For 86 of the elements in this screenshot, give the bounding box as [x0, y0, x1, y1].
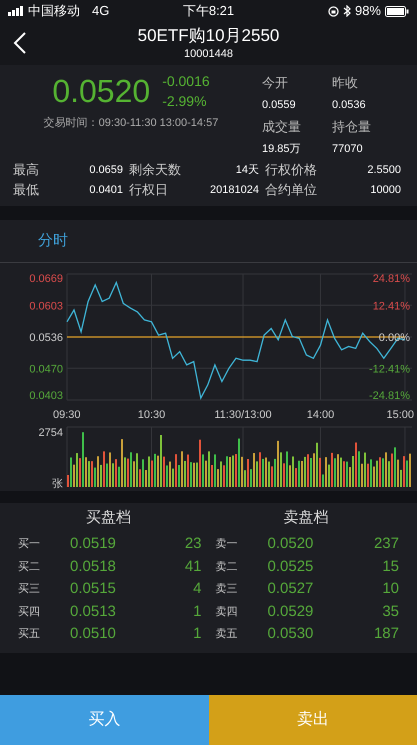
percent-label: 12.41%	[372, 300, 410, 312]
order-quantity: 187	[372, 624, 399, 644]
order-quantity: 1	[192, 624, 202, 644]
rotation-lock-icon	[328, 6, 339, 16]
order-quantity: 35	[381, 602, 399, 622]
x-axis-label: 09:30	[53, 409, 81, 421]
stat-value: 10000	[370, 183, 401, 198]
contract-code: 10001448	[184, 46, 233, 62]
order-price: 0.0518	[70, 556, 117, 576]
order-quantity: 41	[184, 556, 202, 576]
level-label: 买五	[18, 627, 41, 642]
clock-time: 下午8:21	[182, 2, 236, 20]
level-label: 买一	[18, 537, 41, 552]
field-value: 77070	[332, 142, 364, 157]
field-value: 19.85万	[262, 142, 302, 157]
volume-max-label: 2754	[38, 427, 63, 439]
back-icon[interactable]	[13, 32, 27, 54]
field-label: 昨收	[332, 74, 359, 92]
last-price: 0.0520	[52, 72, 150, 111]
level-label: 卖四	[216, 604, 238, 620]
x-axis-label: 15:00	[386, 409, 414, 421]
stat-value: 0.0401	[89, 183, 123, 198]
order-quantity: 23	[184, 534, 202, 554]
order-quantity: 15	[381, 556, 399, 576]
level-label: 卖三	[216, 582, 238, 597]
percent-label: 24.81%	[372, 273, 410, 285]
y-axis-label: 0.0536	[29, 332, 63, 344]
field-label: 成交量	[262, 118, 302, 136]
stat-label: 行权日	[129, 181, 168, 199]
chart-tab[interactable]: 分时	[38, 230, 68, 252]
stat-value: 2.5500	[367, 163, 401, 178]
battery-icon	[385, 6, 409, 16]
level-label: 卖五	[216, 627, 238, 642]
order-book-title: 卖盘档	[284, 508, 328, 528]
buy-button[interactable]: 买入	[0, 695, 208, 745]
order-price: 0.0527	[268, 579, 314, 599]
percent-label: -24.81%	[369, 390, 410, 402]
signal-icon	[8, 6, 24, 16]
stat-value: 20181024	[210, 183, 259, 198]
bluetooth-icon	[342, 5, 351, 17]
order-price: 0.0519	[70, 534, 117, 554]
level-label: 买二	[18, 560, 41, 574]
order-book-title: 买盘档	[86, 508, 131, 528]
field-value: 0.0559	[262, 98, 297, 113]
order-quantity: 10	[381, 579, 399, 599]
stat-label: 合约单位	[265, 181, 317, 199]
price-change: -0.0016	[162, 72, 210, 91]
page-title: 50ETF购10月2550	[138, 26, 280, 46]
stat-label: 剩余天数	[129, 161, 181, 179]
order-price: 0.0510	[70, 624, 117, 644]
order-price: 0.0530	[268, 624, 314, 644]
level-label: 卖一	[216, 537, 238, 552]
order-quantity: 1	[192, 602, 202, 622]
y-axis-label: 0.0470	[29, 363, 63, 376]
change-percent: -2.99%	[162, 92, 208, 111]
level-label: 买四	[18, 604, 41, 620]
battery-percent: 98%	[354, 2, 381, 20]
order-price: 0.0525	[268, 556, 314, 576]
volume-unit-label: 张	[52, 478, 63, 490]
level-label: 买三	[18, 582, 41, 597]
y-axis-label: 0.0669	[29, 273, 63, 285]
carrier-name: 中国移动	[28, 2, 80, 20]
order-price: 0.0513	[70, 602, 117, 622]
stat-label: 行权价格	[265, 161, 317, 179]
y-axis-label: 0.0603	[29, 300, 63, 312]
y-axis-label: 0.0403	[29, 390, 63, 402]
stat-label: 最低	[13, 181, 39, 199]
field-value: 0.0536	[332, 98, 367, 113]
order-quantity: 237	[372, 534, 399, 554]
level-label: 卖二	[216, 560, 238, 574]
trading-hours: 交易时间：09:30-11:30 13:00-14:57	[44, 116, 218, 131]
field-label: 持仓量	[332, 118, 372, 136]
order-quantity: 4	[192, 579, 202, 599]
field-label: 今开	[262, 74, 289, 92]
sell-button[interactable]: 卖出	[208, 695, 417, 745]
order-price: 0.0529	[268, 602, 314, 622]
x-axis-label: 14:00	[306, 409, 334, 421]
network-type: 4G	[92, 2, 110, 20]
percent-label: -12.41%	[369, 363, 410, 376]
stat-value: 14天	[236, 163, 259, 178]
order-price: 0.0520	[268, 534, 314, 554]
x-axis-label: 11:30/13:00	[214, 409, 272, 421]
x-axis-label: 10:30	[138, 409, 166, 421]
stat-value: 0.0659	[89, 163, 123, 178]
stat-label: 最高	[13, 161, 39, 179]
order-price: 0.0515	[70, 579, 117, 599]
